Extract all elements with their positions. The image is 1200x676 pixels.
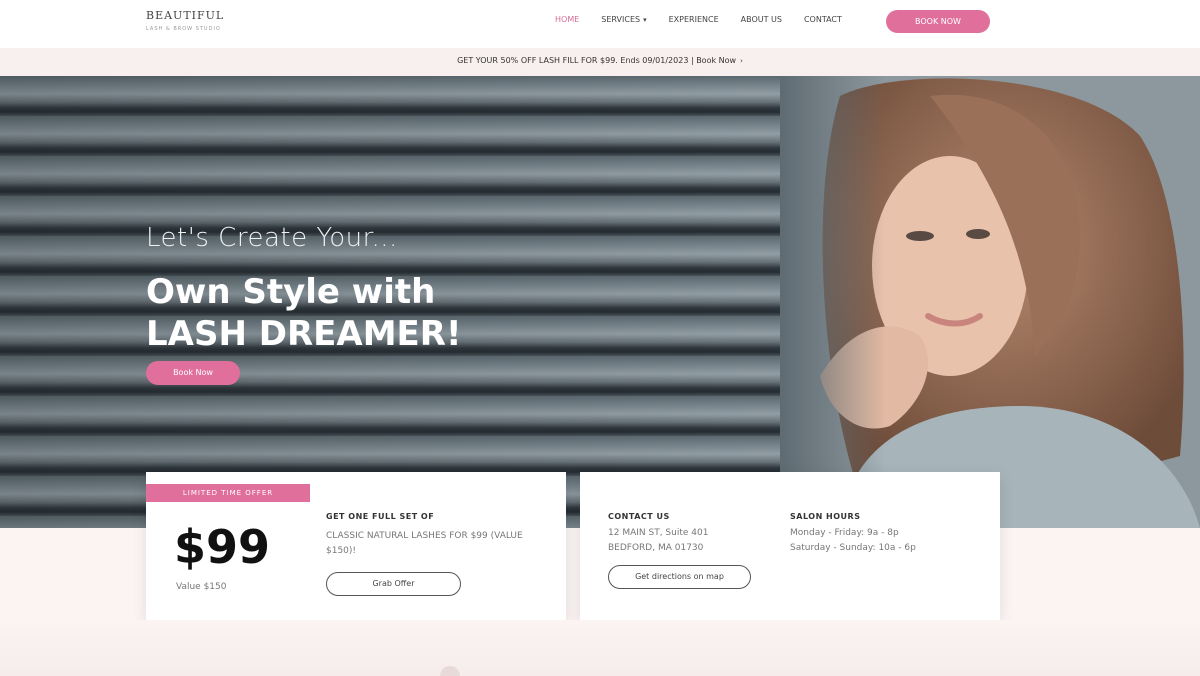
hours-heading: SALON HOURS	[790, 512, 861, 521]
chevron-right-icon: ›	[740, 57, 743, 65]
hero-portrait-image	[780, 76, 1200, 528]
logo-text: BEAUTIFUL	[146, 9, 225, 22]
offer-ribbon: LIMITED TIME OFFER	[146, 484, 310, 502]
grab-offer-button[interactable]: Grab Offer	[326, 572, 461, 596]
offer-price: $99	[174, 520, 271, 574]
offer-card: LIMITED TIME OFFER $99 Value $150 GET ON…	[146, 472, 566, 620]
book-now-button[interactable]: BOOK NOW	[886, 10, 990, 33]
logo-tagline: LASH & BROW STUDIO	[146, 26, 221, 32]
site-header: BEAUTIFUL LASH & BROW STUDIO HOME SERVIC…	[0, 0, 1200, 48]
contact-address: 12 MAIN ST, Suite 401 BEDFORD, MA 01730	[608, 526, 798, 556]
nav-item-experience[interactable]: EXPERIENCE	[669, 15, 719, 24]
promo-banner[interactable]: GET YOUR 50% OFF LASH FILL FOR $99. Ends…	[0, 48, 1200, 76]
nav-item-about[interactable]: ABOUT US	[741, 15, 782, 24]
hero-title-line1: Own Style with	[146, 272, 436, 312]
hero-book-button[interactable]: Book Now	[146, 361, 240, 385]
page-footer-area	[0, 620, 1200, 676]
salon-hours: Monday - Friday: 9a - 8p Saturday - Sund…	[790, 526, 980, 556]
hero-title: Own Style with LASH DREAMER!	[146, 271, 461, 355]
address-line1: 12 MAIN ST, Suite 401	[608, 528, 709, 538]
offer-heading: GET ONE FULL SET OF	[326, 512, 435, 521]
hours-line1: Monday - Friday: 9a - 8p	[790, 528, 899, 538]
hero-subtitle: Let's Create Your...	[146, 223, 398, 253]
nav-item-services[interactable]: SERVICES ▾	[601, 15, 646, 24]
contact-heading: CONTACT US	[608, 512, 670, 521]
hero-section: Let's Create Your... Own Style with LASH…	[0, 76, 1200, 528]
address-line2: BEDFORD, MA 01730	[608, 543, 704, 553]
nav-item-label: SERVICES	[601, 15, 641, 24]
directions-button[interactable]: Get directions on map	[608, 565, 751, 589]
nav-item-home[interactable]: HOME	[555, 15, 579, 24]
offer-description: CLASSIC NATURAL LASHES FOR $99 (VALUE $1…	[326, 531, 523, 556]
logo[interactable]: BEAUTIFUL LASH & BROW STUDIO	[146, 9, 246, 39]
promo-text: GET YOUR 50% OFF LASH FILL FOR $99. Ends…	[457, 56, 737, 65]
chevron-down-icon: ▾	[643, 16, 647, 24]
hero-title-line2: LASH DREAMER!	[146, 314, 462, 354]
nav-item-contact[interactable]: CONTACT	[804, 15, 842, 24]
main-nav: HOME SERVICES ▾ EXPERIENCE ABOUT US CONTA…	[555, 15, 842, 24]
offer-price-note: Value $150	[176, 582, 227, 592]
contact-card: CONTACT US 12 MAIN ST, Suite 401 BEDFORD…	[580, 472, 1000, 620]
hours-line2: Saturday - Sunday: 10a - 6p	[790, 543, 916, 553]
